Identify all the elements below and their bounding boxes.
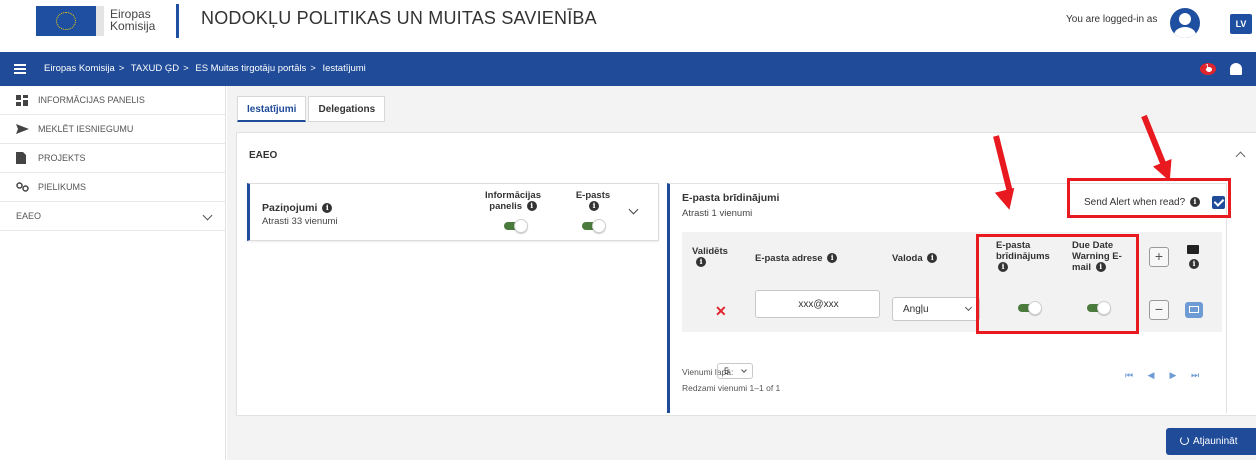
prev-page-icon[interactable]: ◀	[1140, 370, 1162, 381]
user-avatar-icon[interactable]	[1170, 8, 1200, 38]
info-icon[interactable]: i	[589, 201, 599, 211]
breadcrumb-item: Iestatījumi	[322, 63, 366, 74]
send-icon	[16, 123, 32, 135]
email-value: xxx@xxx	[798, 299, 839, 310]
sidebar-item-label: INFORMĀCIJAS PANELIS	[38, 95, 145, 105]
highlight-alert-toggles	[976, 234, 1139, 334]
sidebar: INFORMĀCIJAS PANELIS MEKLĒT IESNIEGUMU P…	[0, 86, 226, 460]
next-page-icon[interactable]: ▶	[1162, 370, 1184, 381]
email-alerts-count: Atrasti 1 vienumi	[682, 208, 753, 219]
info-icon[interactable]: i	[927, 253, 938, 263]
col-language: Valoda	[892, 253, 923, 264]
chevron-up-icon[interactable]	[1235, 151, 1246, 162]
info-icon[interactable]: i	[526, 201, 537, 211]
notifications-title: Paziņojumi	[262, 202, 318, 214]
section-title: EAEO	[249, 150, 278, 161]
showing-items-label: Redzami vienumi 1–1 of 1	[682, 383, 781, 393]
info-icon[interactable]: i	[1189, 259, 1199, 269]
notifications-count: Atrasti 33 vienumi	[262, 216, 338, 227]
sidebar-item-eaeo[interactable]: EAEO	[0, 202, 225, 231]
dashboard-toggle[interactable]	[504, 219, 528, 233]
eu-flag-logo[interactable]	[36, 6, 98, 36]
info-icon[interactable]: i	[322, 203, 333, 213]
sidebar-item-search-submission[interactable]: MEKLĒT IESNIEGUMU	[0, 115, 225, 144]
site-header: Eiropas Komisija NODOKĻU POLITIKAS UN MU…	[0, 0, 1256, 52]
document-icon	[16, 152, 32, 164]
language-value: Angļu	[903, 304, 929, 315]
col-validated: Validēts	[692, 246, 728, 257]
breadcrumb-item[interactable]: Eiropas Komisija	[44, 63, 115, 74]
breadcrumb-item[interactable]: TAXUD ĢD	[131, 63, 179, 74]
site-title: NODOKĻU POLITIKAS UN MUITAS SAVIENĪBA	[201, 8, 597, 28]
logo-text: Eiropas Komisija	[110, 7, 156, 33]
tab-delegations[interactable]: Delegations	[308, 96, 386, 122]
first-page-icon[interactable]: ⏮	[1118, 370, 1140, 381]
sidebar-item-label: EAEO	[16, 211, 42, 221]
sidebar-item-project[interactable]: PROJEKTS	[0, 144, 225, 173]
per-page-value: 5	[724, 366, 730, 376]
col-email-address: E-pasta adrese	[755, 253, 823, 264]
tab-settings[interactable]: Iestatījumi	[237, 96, 307, 122]
notifications-badge: 1	[1205, 63, 1210, 72]
sidebar-item-label: MEKLĒT IESNIEGUMU	[38, 124, 134, 134]
breadcrumb-item[interactable]: ES Muitas tirgotāju portāls	[195, 63, 306, 74]
bell-icon[interactable]	[1230, 63, 1242, 75]
pagination: ⏮ ◀ ▶ ⏭	[1118, 370, 1206, 381]
send-mail-button[interactable]	[1185, 302, 1203, 318]
info-icon[interactable]: i	[827, 253, 838, 263]
menu-icon[interactable]	[14, 64, 26, 74]
logged-in-label: You are logged-in as	[1066, 14, 1158, 25]
messages-icon[interactable]: 1	[1200, 63, 1216, 75]
remove-row-button[interactable]: −	[1149, 300, 1169, 320]
email-field[interactable]: xxx@xxx	[755, 290, 880, 318]
email-toggle[interactable]	[582, 219, 606, 233]
chevron-down-icon	[202, 210, 213, 221]
language-selector[interactable]: LV	[1230, 14, 1252, 34]
per-page-select[interactable]: 5	[717, 363, 753, 379]
attachment-icon	[16, 181, 32, 193]
top-navbar: Eiropas Komisija > TAXUD ĢD > ES Muitas ti…	[0, 52, 1256, 86]
tab-bar: Iestatījumi Delegations	[237, 96, 386, 122]
sidebar-item-label: PIELIKUMS	[38, 182, 87, 192]
last-page-icon[interactable]: ⏭	[1184, 370, 1206, 381]
refresh-icon	[1180, 436, 1189, 445]
highlight-send-alert	[1067, 178, 1231, 218]
email-table: Validēts i E-pasta adrese i Valoda i E-p…	[682, 232, 1222, 332]
sidebar-item-label: PROJEKTS	[38, 153, 86, 163]
chevron-down-icon	[964, 303, 973, 312]
info-icon[interactable]: i	[696, 257, 706, 267]
chevron-down-icon	[741, 367, 747, 373]
language-select[interactable]: Angļu	[892, 297, 980, 321]
mail-icon	[1187, 245, 1199, 254]
notifications-panel: Paziņojumi i Atrasti 33 vienumi Informāc…	[247, 183, 659, 241]
email-alerts-title: E-pasta brīdinājumi	[682, 192, 780, 204]
col-email-label: E-pasts	[575, 190, 611, 201]
add-row-button[interactable]: +	[1149, 247, 1169, 267]
breadcrumb: Eiropas Komisija > TAXUD ĢD > ES Muitas ti…	[44, 63, 366, 74]
sidebar-item-attachment[interactable]: PIELIKUMS	[0, 173, 225, 202]
not-validated-icon: ✕	[715, 303, 727, 319]
refresh-button[interactable]: Atjaunināt	[1166, 428, 1256, 455]
chevron-down-icon[interactable]	[628, 204, 639, 215]
dashboard-icon	[16, 94, 32, 106]
sidebar-item-dashboard[interactable]: INFORMĀCIJAS PANELIS	[0, 86, 225, 115]
